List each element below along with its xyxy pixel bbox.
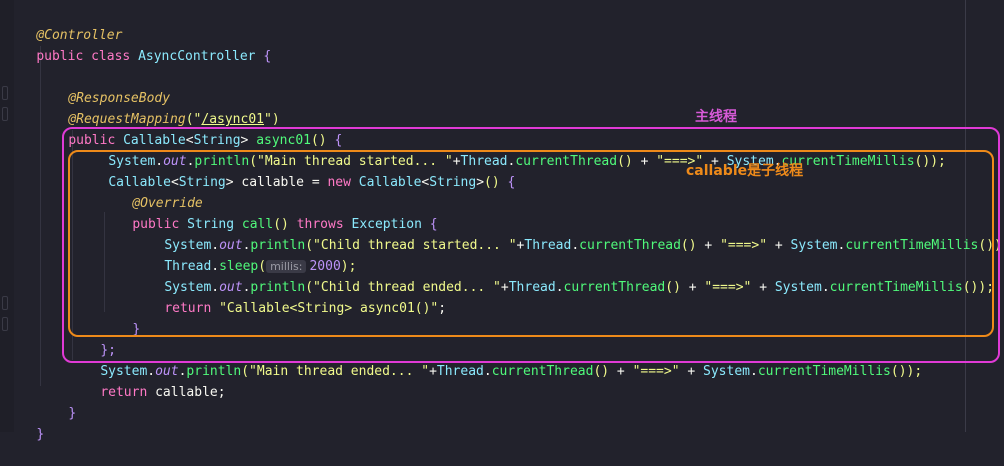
class-name: System (703, 364, 750, 379)
brace: } (36, 427, 45, 442)
code-line[interactable]: @Controller (5, 4, 122, 43)
code-editor[interactable]: @Controller public class AsyncController… (0, 0, 1004, 442)
class-name: AsyncController (138, 49, 256, 64)
code-line[interactable]: } (5, 403, 44, 442)
brace: } (68, 406, 77, 421)
fold-marker-icon[interactable] (2, 86, 8, 100)
string-literal: "Main thread ended... " (249, 364, 430, 379)
fold-marker-icon[interactable] (2, 107, 8, 121)
class-name: Thread (436, 364, 484, 379)
keyword: class (91, 49, 131, 64)
child-thread-label: callable是子线程 (686, 163, 804, 179)
variable-name: callable; (147, 385, 226, 400)
method-name: currentThread (491, 364, 594, 379)
code-line[interactable]: } (37, 382, 76, 421)
keyword: public (36, 49, 84, 64)
child-thread-highlight-box (68, 150, 994, 337)
keyword: return (100, 385, 148, 400)
code-line[interactable]: @ResponseBody (37, 67, 170, 106)
fold-marker-icon[interactable] (2, 317, 8, 331)
string-literal: "===>" (632, 364, 680, 379)
code-line[interactable]: @RequestMapping("/async01") (37, 88, 279, 127)
fold-marker-icon[interactable] (2, 296, 8, 310)
code-line[interactable]: return callable; (69, 361, 225, 400)
brace: { (263, 49, 272, 64)
main-thread-label: 主线程 (695, 109, 737, 125)
code-line[interactable]: public class AsyncController { (5, 25, 271, 64)
method-name: currentTimeMillis (757, 364, 891, 379)
